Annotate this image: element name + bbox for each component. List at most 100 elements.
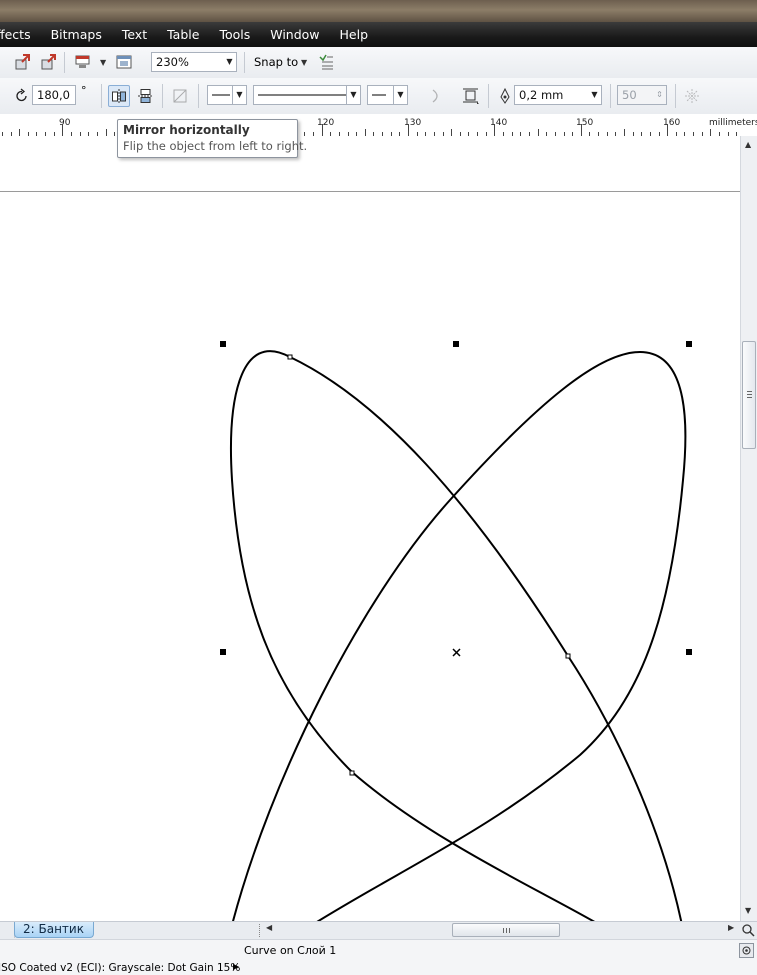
welcome-screen-icon[interactable]: [113, 51, 135, 73]
ruler-tick: [451, 129, 452, 136]
convert-to-curves-icon[interactable]: [169, 85, 191, 107]
menu-help[interactable]: Help: [340, 27, 369, 42]
rotation-angle-input[interactable]: 180,0: [32, 85, 76, 105]
menu-window[interactable]: Window: [270, 27, 319, 42]
menu-bitmaps[interactable]: Bitmaps: [51, 27, 102, 42]
mirror-horizontal-button[interactable]: [108, 85, 130, 107]
miter-limit-input[interactable]: 50 ⇕: [617, 85, 667, 105]
ruler-tick: [365, 129, 366, 136]
toolbar-separator: [610, 84, 611, 108]
selection-handle-right[interactable]: [686, 649, 692, 655]
selection-handle-top-left[interactable]: [220, 341, 226, 347]
menu-bar: ffects Bitmaps Text Table Tools Window H…: [0, 22, 757, 47]
menu-tools[interactable]: Tools: [219, 27, 250, 42]
horizontal-ruler[interactable]: 90 120 130 140 150 160 millimeters: [0, 114, 757, 137]
scroll-up-icon[interactable]: ▲: [745, 140, 751, 149]
degree-unit: °: [81, 84, 87, 97]
toolbar-separator: [64, 52, 65, 73]
ruler-tick: [19, 129, 20, 136]
menu-effects[interactable]: ffects: [0, 27, 31, 42]
scroll-down-icon[interactable]: ▼: [745, 906, 751, 915]
outline-width-value: 0,2 mm: [519, 88, 564, 102]
mirror-horizontal-icon: [112, 89, 126, 103]
ruler-tick: [62, 124, 63, 136]
color-profile-status[interactable]: ISO Coated v2 (ECI): Grayscale: Dot Gain…: [0, 962, 240, 974]
import-icon[interactable]: [12, 51, 34, 73]
miter-limit-value: 50: [622, 88, 637, 102]
rotate-icon: [11, 85, 33, 107]
mirror-vertical-icon: [138, 89, 152, 103]
horizontal-scroll-thumb[interactable]: [452, 923, 560, 937]
node-reduce-icon[interactable]: [681, 85, 703, 107]
ruler-tick: [408, 124, 409, 136]
standard-toolbar: ▼ 230% ▼ Snap to ▼: [0, 47, 757, 79]
selection-status: Curve on Слой 1: [244, 944, 337, 957]
spinner-icon[interactable]: ⇕: [653, 86, 666, 104]
ruler-unit: millimeters: [709, 118, 757, 128]
end-arrowhead-select[interactable]: ▼: [367, 85, 408, 105]
application-launcher-icon[interactable]: [72, 51, 94, 73]
scroll-left-icon[interactable]: ◀: [266, 923, 272, 932]
close-curve-icon[interactable]: [425, 85, 447, 107]
menu-table[interactable]: Table: [167, 27, 199, 42]
tab-scroll-area: [0, 922, 15, 938]
window-top-strip: [0, 0, 757, 22]
drawing-canvas[interactable]: [0, 136, 740, 921]
tooltip: Mirror horizontally Flip the object from…: [117, 119, 308, 158]
outline-width-select[interactable]: 0,2 mm ▼: [514, 85, 602, 105]
ruler-tick: [322, 124, 323, 136]
chevron-right-icon[interactable]: ▶: [233, 962, 239, 971]
ruler-label: 90: [59, 118, 71, 128]
page-tab-bar: 2: Бантик ◀ ▶: [0, 921, 757, 940]
zoom-level-select[interactable]: 230% ▼: [151, 52, 237, 72]
chevron-down-icon[interactable]: ▼: [393, 86, 407, 104]
ruler-label: 150: [576, 118, 594, 128]
property-bar: 180,0 ° ▼ ▼ ▼ 0,2 mm ▼ 50 ⇕: [0, 78, 757, 115]
line-style-icon: [258, 94, 346, 96]
selection-handle-top[interactable]: [453, 341, 459, 347]
view-icon[interactable]: [739, 943, 754, 958]
export-icon[interactable]: [38, 51, 60, 73]
wrap-text-icon[interactable]: [460, 85, 482, 107]
bow-curve[interactable]: [0, 136, 740, 921]
rotation-angle-value: 180,0: [37, 88, 70, 102]
snap-dropdown-icon[interactable]: ▼: [301, 58, 307, 67]
ruler-tick: [581, 124, 582, 136]
line-style-select[interactable]: ▼: [253, 85, 361, 105]
chevron-down-icon[interactable]: ▼: [232, 86, 246, 104]
splitter-handle[interactable]: [259, 924, 260, 937]
mirror-vertical-button[interactable]: [134, 85, 156, 107]
ruler-label: 140: [490, 118, 508, 128]
vertical-scroll-thumb[interactable]: [742, 341, 756, 449]
zoom-level-value: 230%: [156, 55, 189, 69]
line-icon: [212, 94, 230, 96]
rotation-center-icon[interactable]: [452, 648, 461, 657]
selection-handle-top-right[interactable]: [686, 341, 692, 347]
scroll-right-icon[interactable]: ▶: [728, 923, 734, 932]
options-icon[interactable]: [315, 51, 337, 73]
vertical-scrollbar[interactable]: ▲ ▼: [740, 136, 757, 921]
toolbar-separator: [162, 84, 163, 108]
launcher-dropdown-icon[interactable]: ▼: [100, 58, 106, 67]
start-arrowhead-select[interactable]: ▼: [207, 85, 247, 105]
chevron-down-icon[interactable]: ▼: [346, 86, 360, 104]
ruler-tick: [667, 124, 668, 136]
line-icon: [372, 94, 386, 96]
ruler-tick: [710, 129, 711, 136]
tooltip-description: Flip the object from left to right.: [123, 139, 308, 153]
snap-to-button[interactable]: Snap to: [254, 55, 298, 69]
ruler-tick: [624, 129, 625, 136]
zoom-icon[interactable]: [740, 922, 757, 939]
chevron-down-icon[interactable]: ▼: [223, 53, 236, 71]
chevron-down-icon[interactable]: ▼: [588, 86, 601, 104]
toolbar-separator: [244, 52, 245, 73]
ruler-tick: [494, 124, 495, 136]
toolbar-separator: [101, 84, 102, 108]
toolbar-separator: [675, 84, 676, 108]
selection-handle-left[interactable]: [220, 649, 226, 655]
page-tab[interactable]: 2: Бантик: [14, 922, 94, 938]
outline-pen-icon: [494, 85, 516, 107]
tooltip-title: Mirror horizontally: [123, 123, 250, 137]
menu-text[interactable]: Text: [122, 27, 147, 42]
ruler-tick: [106, 129, 107, 136]
